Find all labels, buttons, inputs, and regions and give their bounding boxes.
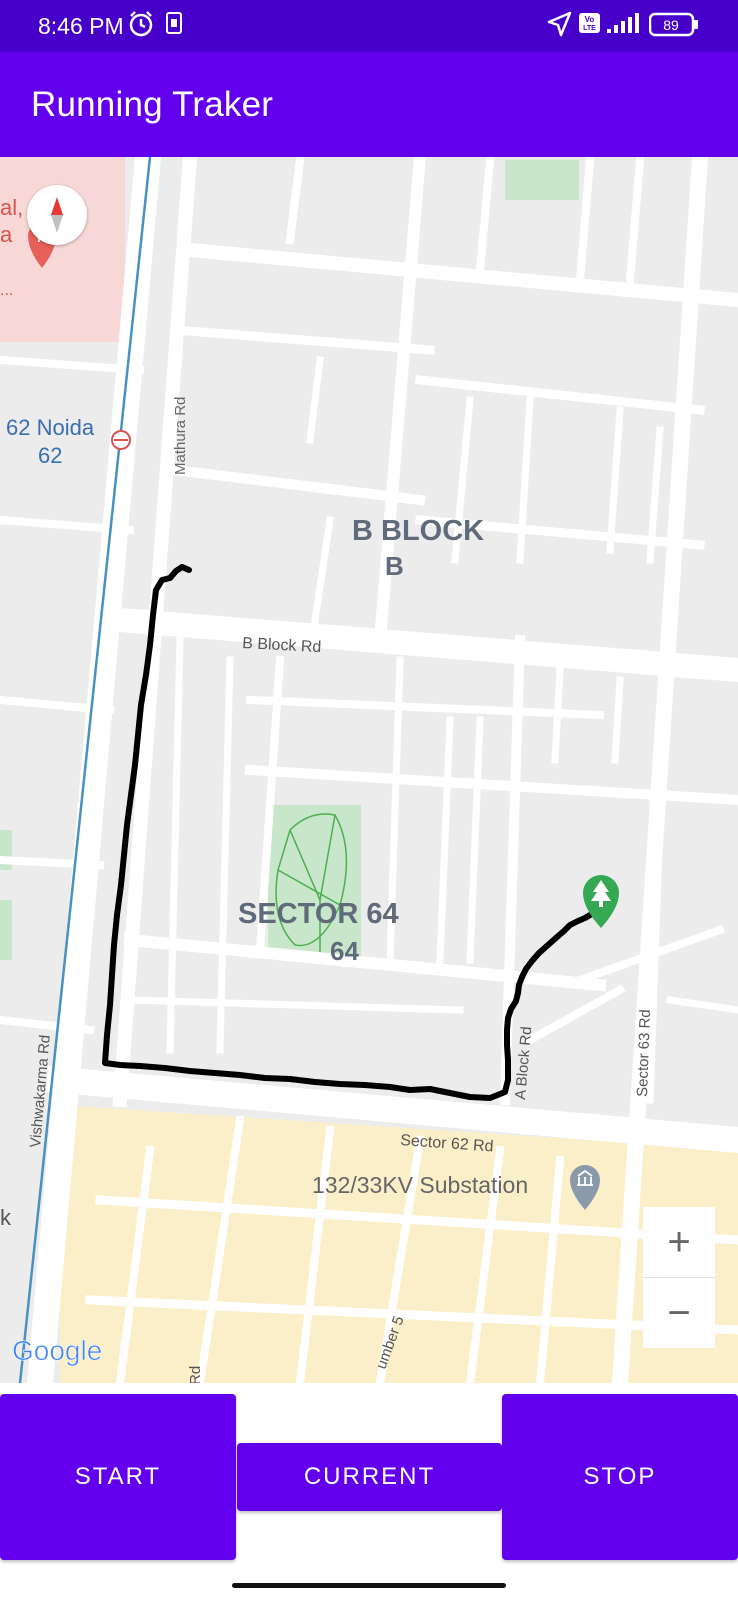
app-bar: Running Traker	[0, 52, 738, 157]
mathura-rd-label: Mathura Rd	[172, 397, 189, 475]
zoom-in-button[interactable]: +	[643, 1207, 715, 1278]
b-block-label-2: B	[385, 551, 404, 581]
battery-level: 89	[663, 17, 679, 33]
status-time: 8:46 PM	[38, 13, 124, 39]
gesture-nav-handle[interactable]	[232, 1583, 506, 1588]
app-title: Running Traker	[31, 85, 274, 124]
hospital-label-2: a	[0, 222, 13, 247]
edge-label-k: k	[0, 1205, 12, 1230]
zoom-out-icon: −	[667, 1290, 691, 1335]
hospital-label-3: ...	[0, 282, 13, 299]
compass-button[interactable]	[27, 185, 87, 245]
bottom-rd-label: Rd	[187, 1366, 204, 1383]
current-button[interactable]: CURRENT	[237, 1443, 502, 1511]
svg-text:Vo: Vo	[585, 15, 595, 24]
park-area	[505, 160, 579, 200]
location-arrow-icon	[546, 10, 572, 43]
compass-icon	[51, 197, 63, 233]
alarm-icon	[128, 10, 154, 43]
zoom-out-button[interactable]: −	[643, 1278, 715, 1348]
substation-label: 132/33KV Substation	[312, 1172, 528, 1198]
stop-button[interactable]: STOP	[502, 1394, 738, 1560]
sector63-rd-label: Sector 63 Rd	[634, 1009, 654, 1097]
status-bar: 8:46 PM Vo LTE 89	[0, 0, 738, 52]
zoom-in-icon: +	[667, 1219, 691, 1264]
signal-icon	[606, 10, 640, 43]
sector64-label-2: 64	[330, 936, 359, 966]
noida-62-label-1: 62 Noida	[6, 415, 95, 440]
volte-icon: Vo LTE	[578, 10, 602, 43]
svg-text:LTE: LTE	[583, 25, 596, 32]
sim-card-icon	[166, 10, 182, 41]
hospital-label-1: al,	[0, 195, 23, 220]
sector64-label-1: SECTOR 64	[238, 898, 399, 930]
map-canvas[interactable]: H al, a ... 62 Noida 62 Mathura Rd B BLO…	[0, 157, 738, 1383]
battery-icon: 89	[648, 12, 699, 43]
start-button[interactable]: START	[0, 1394, 236, 1560]
map-view[interactable]: H al, a ... 62 Noida 62 Mathura Rd B BLO…	[0, 157, 738, 1383]
noida-62-label-2: 62	[38, 443, 62, 468]
b-block-label-1: B BLOCK	[352, 515, 484, 547]
google-logo: Google	[12, 1335, 102, 1366]
